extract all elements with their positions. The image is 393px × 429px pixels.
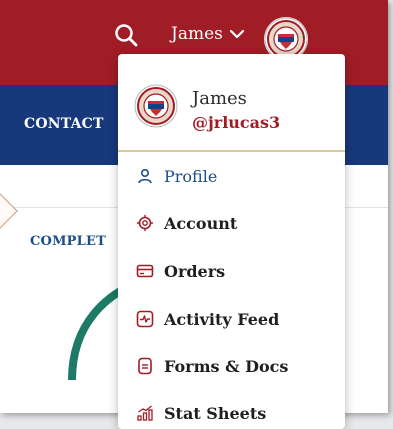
user-icon <box>136 167 154 185</box>
menu-item-label: Profile <box>164 166 218 186</box>
menu-item-forms-docs[interactable]: Forms & Docs <box>136 354 288 378</box>
credit-card-icon <box>136 262 154 280</box>
menu-item-label: Orders <box>164 261 226 281</box>
menu-item-stat-sheets[interactable]: Stat Sheets <box>136 401 266 425</box>
menu-item-orders[interactable]: Orders <box>136 259 225 283</box>
user-menu-trigger[interactable]: James <box>171 24 245 44</box>
user-menu-header: James @jrlucas3 <box>118 54 345 151</box>
menu-item-label: Stat Sheets <box>164 403 267 423</box>
search-icon[interactable] <box>113 22 141 50</box>
screenshot-frame: James CONTACT COMPLET James @jrlucas3 Pr… <box>0 0 393 429</box>
user-dropdown-menu: James @jrlucas3 Profile Account Orders A… <box>118 54 345 429</box>
chevron-down-icon <box>229 29 244 39</box>
username-label: James <box>171 24 223 44</box>
chart-icon <box>136 404 154 422</box>
nav-item-contact[interactable]: CONTACT <box>24 116 104 132</box>
section-title: COMPLET <box>30 234 106 249</box>
menu-item-label: Account <box>164 213 238 233</box>
menu-accent-divider <box>118 150 345 152</box>
user-handle: @jrlucas3 <box>192 113 281 132</box>
document-icon <box>136 357 154 375</box>
menu-item-account[interactable]: Account <box>136 211 237 235</box>
previous-arrow[interactable] <box>0 191 18 231</box>
menu-item-label: Forms & Docs <box>164 356 289 376</box>
gear-icon <box>136 214 154 232</box>
menu-item-activity-feed[interactable]: Activity Feed <box>136 307 279 331</box>
user-name: James <box>192 88 247 109</box>
activity-icon <box>136 310 154 328</box>
menu-item-profile[interactable]: Profile <box>136 164 217 188</box>
menu-item-label: Activity Feed <box>164 309 280 329</box>
avatar <box>134 84 178 128</box>
